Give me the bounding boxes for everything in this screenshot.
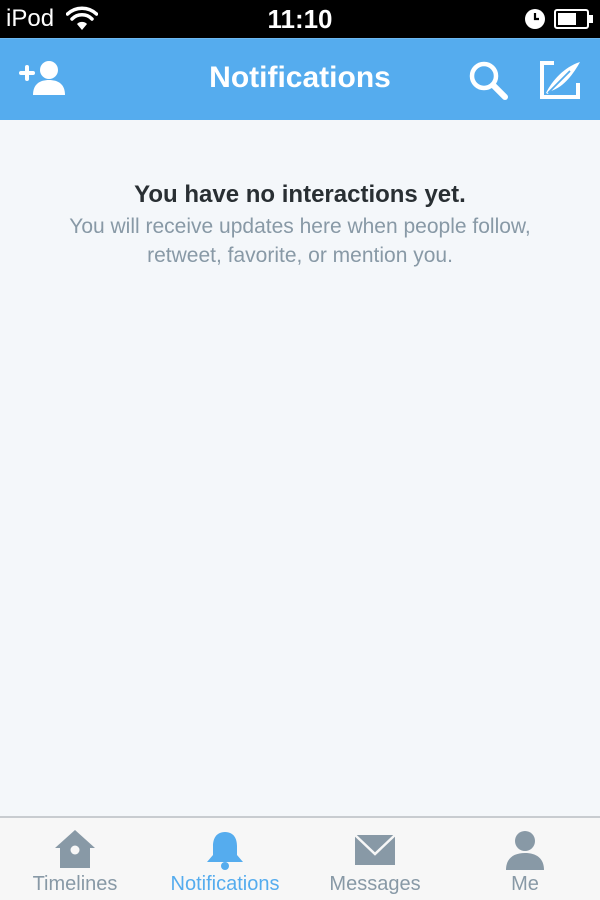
tab-label: Me — [511, 873, 539, 895]
status-time: 11:10 — [267, 4, 333, 34]
notifications-content: You have no interactions yet. You will r… — [0, 120, 600, 816]
navigation-bar: Notifications — [0, 38, 600, 120]
compose-button[interactable] — [534, 57, 586, 105]
tab-me[interactable]: Me — [450, 818, 600, 900]
empty-state-message: You will receive updates here when peopl… — [69, 215, 531, 267]
clock-icon — [524, 8, 546, 30]
compose-icon — [534, 57, 586, 105]
tab-label: Timelines — [32, 873, 118, 895]
tab-timelines[interactable]: Timelines — [0, 818, 150, 900]
home-icon — [53, 828, 97, 872]
tab-bar: Timelines Notifications Messages Me — [0, 816, 600, 900]
bell-icon — [203, 828, 247, 872]
envelope-icon — [353, 828, 397, 872]
battery-icon — [554, 9, 594, 29]
app-screen: iPod 11:10 Notifications You have no int… — [0, 0, 600, 900]
person-icon — [503, 828, 547, 872]
tab-messages[interactable]: Messages — [300, 818, 450, 900]
tab-notifications[interactable]: Notifications — [150, 818, 300, 900]
tab-label: Notifications — [170, 873, 280, 895]
empty-state-title: You have no interactions yet. — [134, 181, 466, 208]
status-bar: iPod 11:10 — [0, 0, 600, 38]
search-button[interactable] — [462, 57, 514, 105]
search-icon — [462, 57, 514, 105]
tab-label: Messages — [329, 873, 421, 895]
